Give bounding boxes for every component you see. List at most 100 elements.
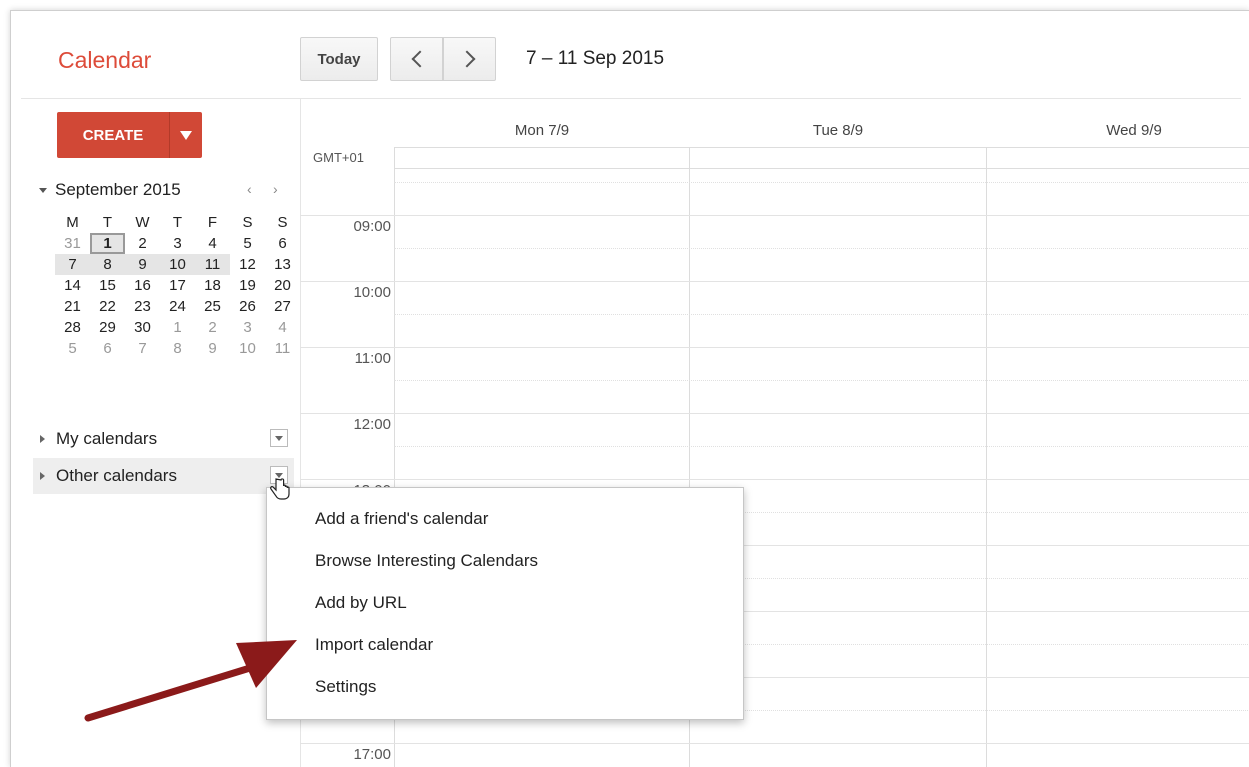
today-button[interactable]: Today: [300, 37, 378, 81]
mini-calendar-day[interactable]: 1: [90, 233, 125, 254]
weekday-header: S: [277, 214, 288, 231]
caret-down-icon: [275, 435, 283, 441]
create-dropdown-button[interactable]: [170, 112, 202, 158]
previous-week-button[interactable]: [390, 37, 443, 81]
hour-line: [300, 743, 1249, 744]
chevron-left-icon: [411, 50, 428, 68]
mini-calendar-day[interactable]: 3: [230, 317, 265, 338]
next-week-button[interactable]: [443, 37, 496, 81]
mini-calendar-day[interactable]: 15: [90, 275, 125, 296]
half-hour-line: [394, 248, 1249, 249]
weekday-header: T: [172, 214, 183, 231]
mini-calendar-day[interactable]: 23: [125, 296, 160, 317]
mini-calendar-day[interactable]: 13: [265, 254, 300, 275]
mini-calendar-day[interactable]: 4: [265, 317, 300, 338]
mini-calendar-month: September 2015: [55, 180, 181, 199]
mini-calendar-day[interactable]: 26: [230, 296, 265, 317]
create-button[interactable]: CREATE: [57, 112, 170, 158]
mini-calendar-day[interactable]: 10: [230, 338, 265, 359]
half-hour-line: [394, 182, 1249, 183]
mini-calendar-day[interactable]: 2: [125, 233, 160, 254]
hand-cursor-icon: [270, 478, 290, 500]
day-header[interactable]: Mon 7/9: [394, 122, 690, 139]
caret-down-icon: [180, 130, 192, 140]
mini-calendar-day[interactable]: 7: [125, 338, 160, 359]
mini-calendar-day[interactable]: 27: [265, 296, 300, 317]
hour-label: 17:00: [353, 746, 391, 763]
app-title: Calendar: [58, 47, 152, 73]
column-divider: [986, 147, 987, 767]
my-calendars-label: My calendars: [56, 429, 158, 448]
hour-label: 12:00: [353, 416, 391, 433]
menu-item-add-url[interactable]: Add by URL: [267, 582, 743, 624]
mini-calendar-day[interactable]: 22: [90, 296, 125, 317]
hour-line: [300, 281, 1249, 282]
expand-icon: [40, 472, 45, 480]
mini-calendar-day[interactable]: 4: [195, 233, 230, 254]
weekday-header: T: [102, 214, 113, 231]
mini-calendar-day[interactable]: 25: [195, 296, 230, 317]
day-header[interactable]: Tue 8/9: [690, 122, 986, 139]
mini-calendar-day[interactable]: 30: [125, 317, 160, 338]
mini-calendar-grid: M T W T F S S 31 1 2 3 4 5 6 7 8 9 10 11 12 13 14 15 16 17 18 19 20…: [55, 212, 300, 359]
weekday-header: W: [135, 214, 150, 231]
mini-calendar-day[interactable]: 19: [230, 275, 265, 296]
menu-item-settings[interactable]: Settings: [267, 666, 743, 708]
weekday-header: F: [207, 214, 218, 231]
mini-calendar-day[interactable]: 29: [90, 317, 125, 338]
mini-calendar-day[interactable]: 24: [160, 296, 195, 317]
collapse-icon: [39, 187, 47, 193]
my-calendars-section[interactable]: My calendars: [33, 421, 294, 457]
hour-line: [300, 215, 1249, 216]
mini-calendar-day[interactable]: 12: [230, 254, 265, 275]
hour-label: 09:00: [353, 218, 391, 235]
mini-calendar-day[interactable]: 2: [195, 317, 230, 338]
mini-calendar-day[interactable]: 8: [160, 338, 195, 359]
day-header[interactable]: Wed 9/9: [986, 122, 1249, 139]
menu-item-add-friend[interactable]: Add a friend's calendar: [267, 498, 743, 540]
menu-item-import[interactable]: Import calendar: [267, 624, 743, 666]
hour-line: [300, 413, 1249, 414]
other-calendars-label: Other calendars: [56, 466, 177, 485]
all-day-row[interactable]: [394, 147, 1249, 169]
mini-calendar-day[interactable]: 31: [55, 233, 90, 254]
mini-calendar-day[interactable]: 11: [265, 338, 300, 359]
mini-next-month-button[interactable]: ›: [273, 181, 278, 197]
mini-calendar-day[interactable]: 14: [55, 275, 90, 296]
other-calendars-section[interactable]: Other calendars: [33, 458, 294, 494]
hour-label: 10:00: [353, 284, 391, 301]
mini-calendar-day[interactable]: 16: [125, 275, 160, 296]
mini-calendar-day[interactable]: 21: [55, 296, 90, 317]
mini-calendar-day[interactable]: 1: [160, 317, 195, 338]
mini-calendar-day[interactable]: 20: [265, 275, 300, 296]
mini-calendar-day[interactable]: 17: [160, 275, 195, 296]
mini-calendar-day[interactable]: 10: [160, 254, 195, 275]
mini-calendar-day[interactable]: 6: [265, 233, 300, 254]
mini-calendar-day[interactable]: 9: [195, 338, 230, 359]
chevron-right-icon: [458, 50, 475, 68]
timezone-label: GMT+01: [313, 150, 364, 165]
menu-item-browse[interactable]: Browse Interesting Calendars: [267, 540, 743, 582]
mini-calendar-day[interactable]: 5: [230, 233, 265, 254]
mini-calendar-day[interactable]: 7: [55, 254, 90, 275]
mini-calendar-day[interactable]: 9: [125, 254, 160, 275]
mini-calendar-day[interactable]: 18: [195, 275, 230, 296]
weekday-header: S: [242, 214, 253, 231]
mini-prev-month-button[interactable]: ‹: [247, 181, 252, 197]
mini-calendar-day[interactable]: 8: [90, 254, 125, 275]
hour-label: 11:00: [354, 350, 391, 367]
header-divider: [21, 98, 1241, 99]
mini-calendar-day[interactable]: 28: [55, 317, 90, 338]
mini-calendar-day[interactable]: 11: [195, 254, 230, 275]
my-calendars-menu-button[interactable]: [270, 429, 288, 447]
half-hour-line: [394, 314, 1249, 315]
mini-calendar-header[interactable]: September 2015: [39, 180, 181, 200]
hour-line: [300, 479, 1249, 480]
mini-calendar-day[interactable]: 5: [55, 338, 90, 359]
app-window: Calendar Today 7 – 11 Sep 2015 CREATE Se…: [10, 10, 1249, 767]
other-calendars-menu: Add a friend's calendar Browse Interesti…: [266, 487, 744, 720]
mini-calendar-day[interactable]: 6: [90, 338, 125, 359]
mini-calendar-day[interactable]: 3: [160, 233, 195, 254]
create-control: CREATE: [57, 112, 202, 158]
weekday-header: M: [66, 214, 79, 231]
